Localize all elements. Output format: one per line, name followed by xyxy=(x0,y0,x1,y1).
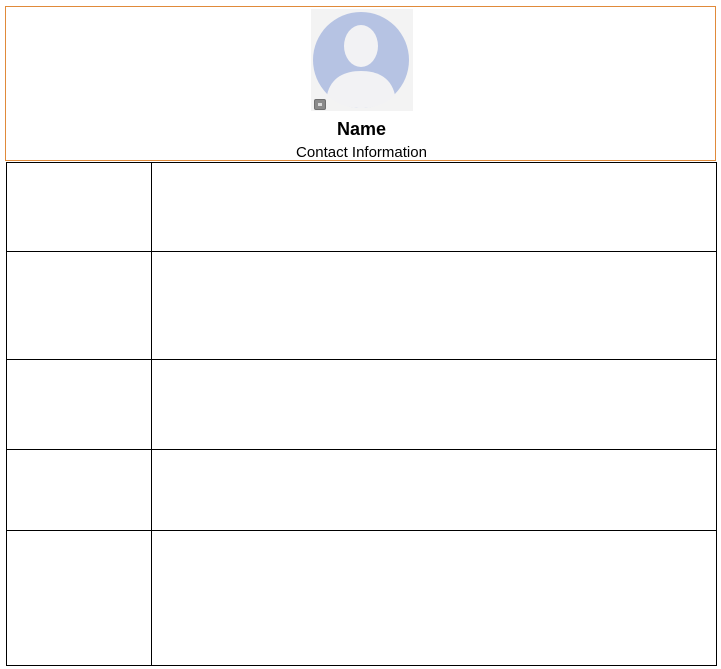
section-label-cell[interactable] xyxy=(6,449,152,531)
table-row xyxy=(6,359,717,450)
section-label-cell[interactable] xyxy=(6,251,152,360)
section-label-cell[interactable] xyxy=(6,359,152,450)
section-content-cell[interactable] xyxy=(151,251,717,360)
user-silhouette-icon xyxy=(313,12,409,108)
image-placeholder-icon xyxy=(314,99,326,110)
profile-header-cell[interactable]: Name Contact Information xyxy=(5,6,716,161)
section-content-cell[interactable] xyxy=(151,530,717,666)
section-content-cell[interactable] xyxy=(151,162,717,252)
section-label-cell[interactable] xyxy=(6,162,152,252)
section-content-cell[interactable] xyxy=(151,449,717,531)
table-row xyxy=(6,530,717,666)
table-row xyxy=(6,251,717,360)
profile-name[interactable]: Name xyxy=(6,118,717,140)
resume-section-table xyxy=(6,162,717,666)
profile-contact-information[interactable]: Contact Information xyxy=(6,144,717,162)
profile-avatar[interactable] xyxy=(311,9,413,111)
table-row xyxy=(6,162,717,252)
section-content-cell[interactable] xyxy=(151,359,717,450)
table-row xyxy=(6,449,717,531)
section-label-cell[interactable] xyxy=(6,530,152,666)
